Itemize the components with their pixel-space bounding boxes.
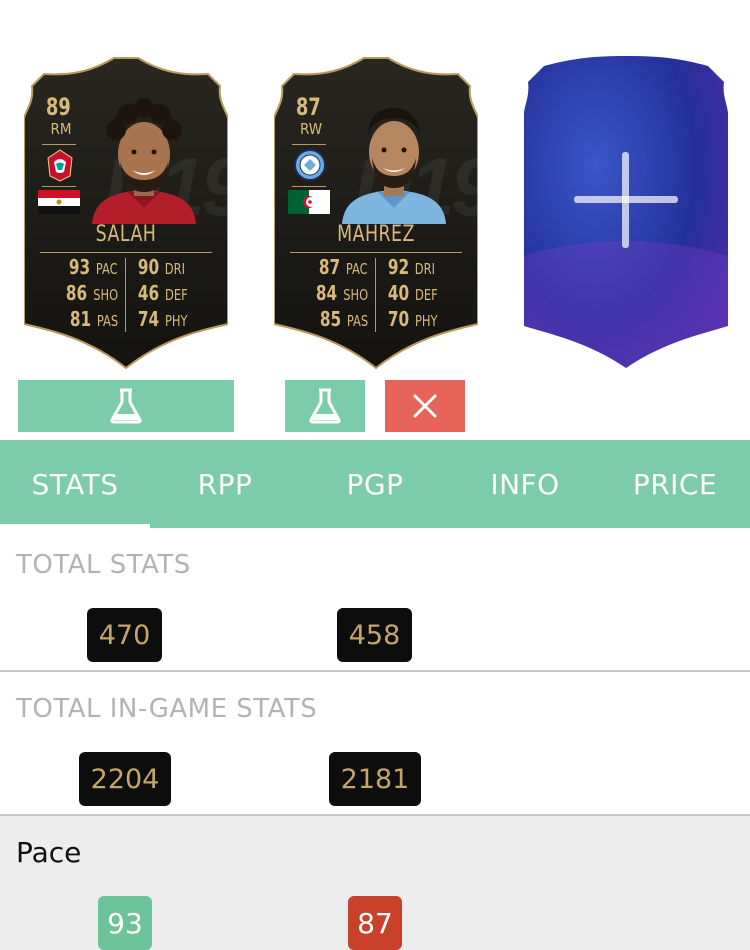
card-divider (42, 186, 76, 187)
tab-price[interactable]: PRICE (600, 440, 750, 528)
tab-bar: STATS RPP PGP INFO PRICE (0, 440, 750, 528)
tab-stats[interactable]: STATS (0, 440, 150, 528)
card-stat: 87 PAC (319, 255, 369, 279)
flask-icon (110, 388, 142, 424)
tab-pgp[interactable]: PGP (300, 440, 450, 528)
player-portrait (92, 98, 196, 224)
card-stat: 40 DEF (387, 281, 438, 305)
player-card-mahrez[interactable]: U19 87 RW MAHREZ 87 PAC 84 SHO 85 PAS 92… (274, 56, 496, 370)
section-divider (0, 670, 750, 672)
tab-rpp[interactable]: RPP (150, 440, 300, 528)
card-divider (40, 252, 212, 253)
pace-value-salah: 93 (98, 896, 152, 950)
card-player-name: SALAH (95, 222, 157, 247)
ingame-stats-value-salah: 2204 (79, 752, 171, 806)
card-stats-right: 90 DRI 46 DEF 74 PHY (136, 254, 220, 332)
card-stat: 84 SHO (315, 281, 368, 305)
plus-icon[interactable] (574, 152, 678, 248)
player-portrait (342, 108, 446, 224)
remove-button-mahrez[interactable] (385, 380, 465, 432)
total-stats-value-salah: 470 (87, 608, 162, 662)
card-rating: 87 (296, 93, 321, 121)
card-divider (42, 144, 76, 145)
card-stat: 46 DEF (137, 281, 188, 305)
card-stat: 74 PHY (137, 307, 188, 331)
pace-value-mahrez: 87 (348, 896, 402, 950)
flask-icon (309, 388, 341, 424)
card-stats-right: 92 DRI 40 DEF 70 PHY (386, 254, 470, 332)
card-divider (290, 252, 462, 253)
ingame-stats-value-mahrez: 2181 (329, 752, 421, 806)
card-stats-left: 87 PAC 84 SHO 85 PAS (292, 254, 376, 332)
card-stat: 90 DRI (137, 255, 186, 279)
card-position: RM (50, 120, 72, 138)
close-icon (413, 394, 437, 418)
algeria-flag-icon (288, 190, 330, 214)
lab-button-mahrez[interactable] (285, 380, 365, 432)
total-stats-title: TOTAL STATS (16, 550, 191, 580)
total-ingame-stats-title: TOTAL IN-GAME STATS (16, 694, 318, 724)
card-stat: 70 PHY (387, 307, 438, 331)
total-stats-value-mahrez: 458 (337, 608, 412, 662)
card-rating: 89 (46, 93, 71, 121)
man-city-crest-icon (294, 149, 326, 181)
card-position: RW (299, 120, 323, 138)
add-player-slot[interactable] (524, 56, 728, 370)
card-stats-left: 93 PAC 86 SHO 81 PAS (42, 254, 126, 332)
egypt-flag-icon (38, 190, 80, 214)
card-divider (292, 144, 326, 145)
liverpool-crest-icon (47, 149, 73, 182)
card-divider (292, 186, 326, 187)
card-stat: 93 PAC (69, 255, 119, 279)
tab-info[interactable]: INFO (450, 440, 600, 528)
pace-title: Pace (16, 836, 82, 869)
card-stat: 92 DRI (387, 255, 436, 279)
card-stat: 86 SHO (65, 281, 118, 305)
card-stat: 85 PAS (319, 307, 369, 331)
card-player-name: MAHREZ (337, 222, 415, 247)
card-stat: 81 PAS (69, 307, 119, 331)
player-card-salah[interactable]: U19 89 RM SALAH 93 PAC 86 SHO 81 PAS 90 … (24, 56, 246, 370)
lab-button-salah[interactable] (18, 380, 234, 432)
